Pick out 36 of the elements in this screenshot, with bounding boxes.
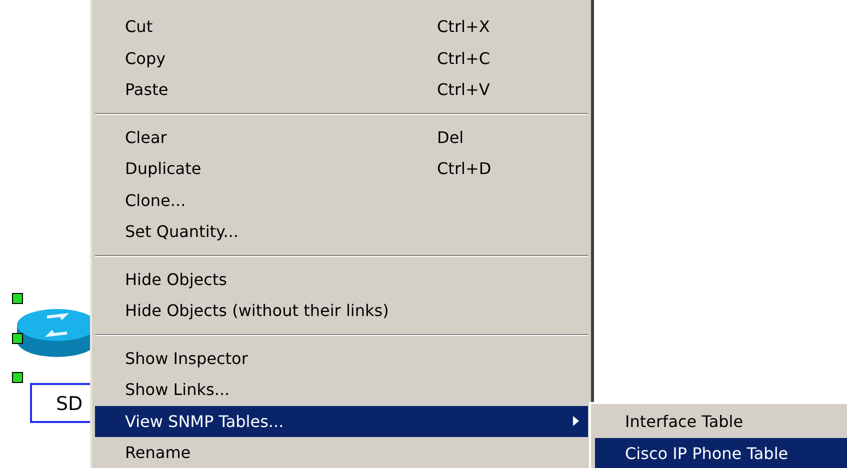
menu-item-label: View SNMP Tables... (125, 412, 284, 431)
menu-item-label: Copy (125, 48, 166, 68)
menu-item-label: Set Quantity... (125, 222, 238, 242)
menu-item[interactable]: Duplicate Ctrl+D (95, 153, 588, 184)
menu-item-label: Cut (125, 17, 153, 36)
menu-item[interactable]: Copy Ctrl+C (95, 42, 588, 74)
menu-item-label: Hide Objects (125, 270, 228, 289)
menu-item-label: Hide Objects (without their links) (125, 301, 389, 320)
menu-item[interactable]: Clone... (95, 184, 588, 216)
shortcut-label: Del (437, 128, 464, 147)
submenu-item[interactable]: Cisco IP Phone Table (595, 438, 847, 468)
menu-item[interactable]: Paste Ctrl+V (95, 74, 588, 106)
menu-item[interactable]: Hide Objects (without their links) (95, 295, 588, 326)
menu-item[interactable]: Hide Objects (95, 264, 588, 295)
menu-item[interactable]: Clear Del (95, 122, 588, 153)
menu-item-label: Duplicate (125, 159, 202, 178)
menu-item[interactable]: View SNMP Tables... (95, 406, 588, 437)
shortcut-label: Ctrl+D (437, 159, 492, 178)
selection-handle[interactable] (12, 293, 23, 304)
shortcut-label: Ctrl+X (437, 17, 490, 36)
menu-item-label: Paste (125, 80, 168, 100)
submenu-item[interactable]: Interface Table (595, 406, 847, 438)
menu-item-label: Rename (125, 443, 191, 462)
menu-item-label: Clone... (125, 190, 186, 210)
shortcut-label: Ctrl+C (437, 48, 490, 68)
selection-handle[interactable] (12, 333, 23, 344)
selection-handle[interactable] (12, 372, 23, 383)
menu-item[interactable]: Cut Ctrl+X (95, 11, 588, 42)
menu-item-label: Clear (125, 128, 167, 147)
submenu-arrow-icon (573, 416, 579, 426)
menu-item[interactable]: Show Inspector (95, 342, 588, 374)
menu-item-label: Show Links... (125, 380, 230, 400)
menu-item[interactable]: Rename (95, 437, 588, 468)
menu-item[interactable]: Set Quantity... (95, 216, 588, 248)
shortcut-label: Ctrl+V (437, 80, 490, 100)
menu-item-label: Show Inspector (125, 348, 248, 368)
